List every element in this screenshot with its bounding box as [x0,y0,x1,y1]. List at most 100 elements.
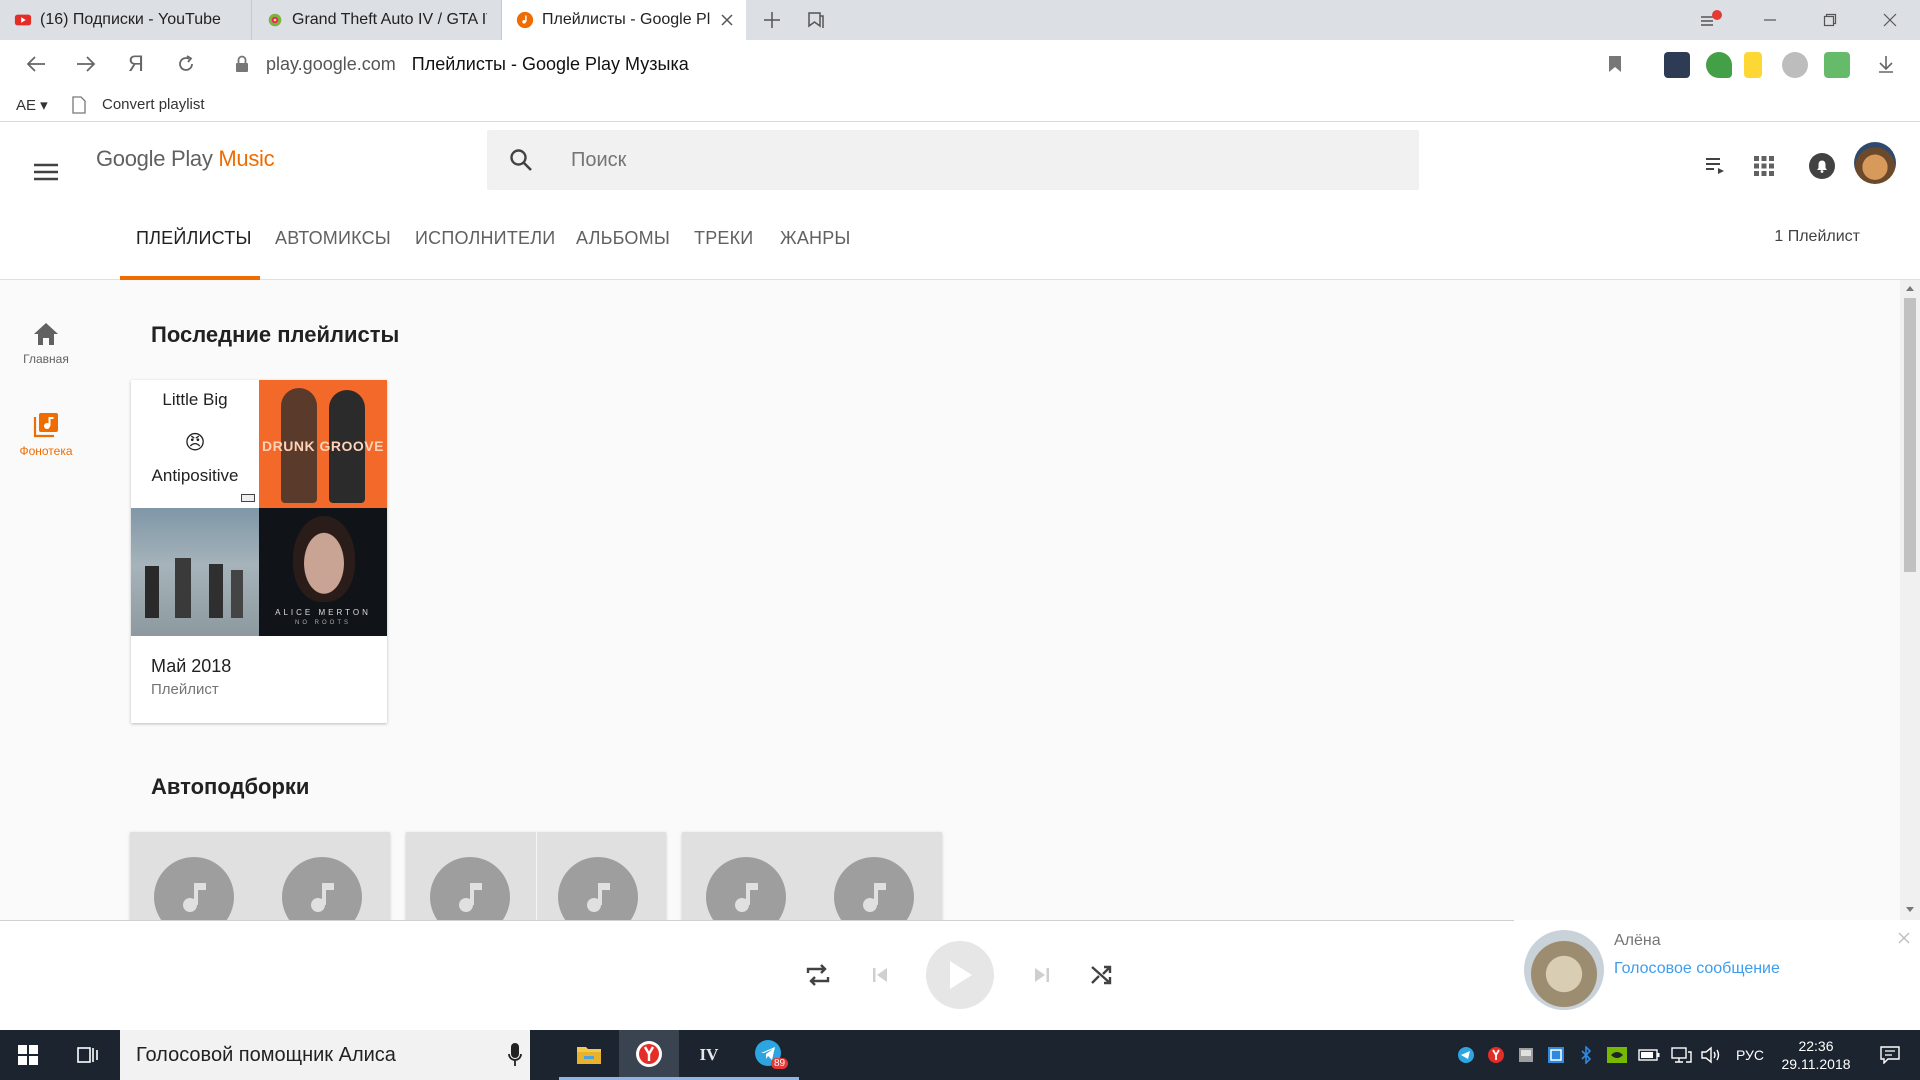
apps-grid-icon [1754,156,1774,176]
tab-youtube[interactable]: (16) Подписки - YouTube [0,0,252,40]
tab-genres[interactable]: ЖАНРЫ [780,216,851,280]
cover-drunk-groove: DRUNK GROOVE [259,380,387,508]
cover-figure [175,558,191,618]
downloads-button[interactable] [1862,40,1910,88]
bookmark-convert-playlist[interactable]: Convert playlist [102,96,205,113]
shuffle-icon [1091,965,1112,985]
notifications-button[interactable] [1804,148,1840,184]
tab-playlists[interactable]: ПЛЕЙЛИСТЫ [136,216,252,280]
auto-playlist-card[interactable] [406,832,666,920]
avatar[interactable] [1854,142,1896,184]
auto-playlist-card[interactable] [682,832,942,920]
nav-library[interactable]: Фонотека [0,412,92,458]
cover-alice-merton: ALICE MERTON NO ROOTS [259,508,387,636]
tab-label: Плейлисты - Google Play Музыка [542,11,710,28]
taskbar-gta-iv[interactable]: IV [679,1030,739,1080]
svg-text:IV: IV [700,1045,720,1064]
tab-tracks[interactable]: ТРЕКИ [694,216,753,280]
google-play-music-icon [516,11,534,29]
close-icon[interactable] [1898,932,1910,944]
microphone-icon[interactable] [508,1043,522,1067]
alice-search-box[interactable]: Голосовой помощник Алиса [120,1030,530,1080]
music-note-icon [154,857,234,920]
tab-gta[interactable]: Grand Theft Auto IV / GTA IV [252,0,502,40]
playlist-title[interactable]: Май 2018 [151,656,231,677]
angry-emoji-icon: 😠 [184,432,206,454]
arrow-right-icon [77,56,96,72]
tray-network-app-icon[interactable] [1544,1030,1568,1080]
reload-button[interactable] [162,40,210,88]
taskbar-file-explorer[interactable] [559,1030,619,1080]
yandex-button[interactable]: Я [112,40,160,88]
auto-playlist-card[interactable] [130,832,390,920]
battery-icon[interactable] [1636,1030,1662,1080]
globe-icon[interactable] [1782,52,1808,78]
clock[interactable]: 22:36 29.11.2018 [1774,1030,1858,1080]
start-button[interactable] [0,1030,56,1080]
search-input[interactable] [571,144,1371,176]
taskbar-yandex-browser[interactable] [619,1030,679,1080]
notifications-menu-button[interactable] [1680,0,1740,40]
queue-button[interactable] [1698,148,1734,184]
tab-automixes[interactable]: АВТОМИКСЫ [275,216,391,280]
input-language[interactable]: РУС [1730,1030,1770,1080]
extension-yandex-icon[interactable] [1744,52,1762,78]
cover-figure [231,570,243,618]
bookmarks-panel-button[interactable] [796,0,836,40]
repeat-button[interactable] [800,957,836,993]
search-icon[interactable] [509,148,533,172]
next-button[interactable] [1024,957,1060,993]
tab-artists[interactable]: ИСПОЛНИТЕЛИ [415,216,555,280]
message-text[interactable]: Голосовое сообщение [1614,960,1780,978]
message-notification[interactable]: Алёна Голосовое сообщение [1514,920,1920,1030]
task-view-button[interactable] [60,1030,116,1080]
hamburger-icon [34,163,58,181]
extension-puzzle-icon[interactable] [1824,52,1850,78]
bluetooth-icon[interactable] [1576,1030,1596,1080]
page-scrollbar[interactable] [1900,280,1920,920]
music-note-icon [282,857,362,920]
minimize-button[interactable] [1740,0,1800,40]
back-button[interactable] [12,40,60,88]
bookmark-icon[interactable] [1608,55,1622,73]
app-logo[interactable]: Google Play Music [96,146,275,172]
network-icon[interactable] [1668,1030,1694,1080]
nvidia-icon[interactable] [1604,1030,1630,1080]
taskbar-telegram[interactable]: 89 [739,1030,799,1080]
tray-yandex-icon[interactable] [1484,1030,1508,1080]
cover-text-antipositive: Antipositive [151,466,239,485]
play-button[interactable] [926,941,994,1009]
shuffle-button[interactable] [1084,957,1120,993]
playlist-card[interactable]: Little Big 😠 Antipositive DRUNK GROOVE A… [131,380,387,723]
main-menu-button[interactable] [22,148,70,196]
cover-text-alice-merton: ALICE MERTON [275,608,371,617]
bookmark-folder-ae[interactable]: AE ▾ [16,96,48,114]
extension-shield-icon[interactable] [1706,52,1732,78]
nav-home-label: Главная [23,352,69,366]
new-tab-button[interactable] [752,0,792,40]
close-tab-icon[interactable] [720,13,734,27]
close-window-button[interactable] [1860,0,1920,40]
speaker-icon[interactable] [1698,1030,1724,1080]
apps-button[interactable] [1746,148,1782,184]
extension-1-icon[interactable] [1664,52,1690,78]
nav-library-label: Фонотека [19,444,73,458]
action-center-button[interactable] [1866,1030,1914,1080]
url-field[interactable]: play.google.com Плейлисты - Google Play … [224,45,1634,83]
forward-button[interactable] [62,40,110,88]
tray-telegram-icon[interactable] [1454,1030,1478,1080]
restore-button[interactable] [1800,0,1860,40]
previous-button[interactable] [862,957,898,993]
tab-albums[interactable]: АЛЬБОМЫ [576,216,670,280]
yandex-icon: Я [128,51,144,76]
scroll-down-icon[interactable] [1905,906,1915,914]
scroll-up-icon[interactable] [1905,284,1915,292]
windows-taskbar: Голосовой помощник Алиса IV 89 РУС 22:36… [0,1030,1920,1080]
tab-google-play-music[interactable]: Плейлисты - Google Play Музыка [502,0,746,40]
tray-app-icon[interactable] [1514,1030,1538,1080]
nav-home[interactable]: Главная [0,322,92,366]
cover-figure [145,566,159,618]
scrollbar-thumb[interactable] [1904,298,1916,572]
browser-tab-bar: (16) Подписки - YouTube Grand Theft Auto… [0,0,1920,40]
repeat-icon [806,964,830,986]
